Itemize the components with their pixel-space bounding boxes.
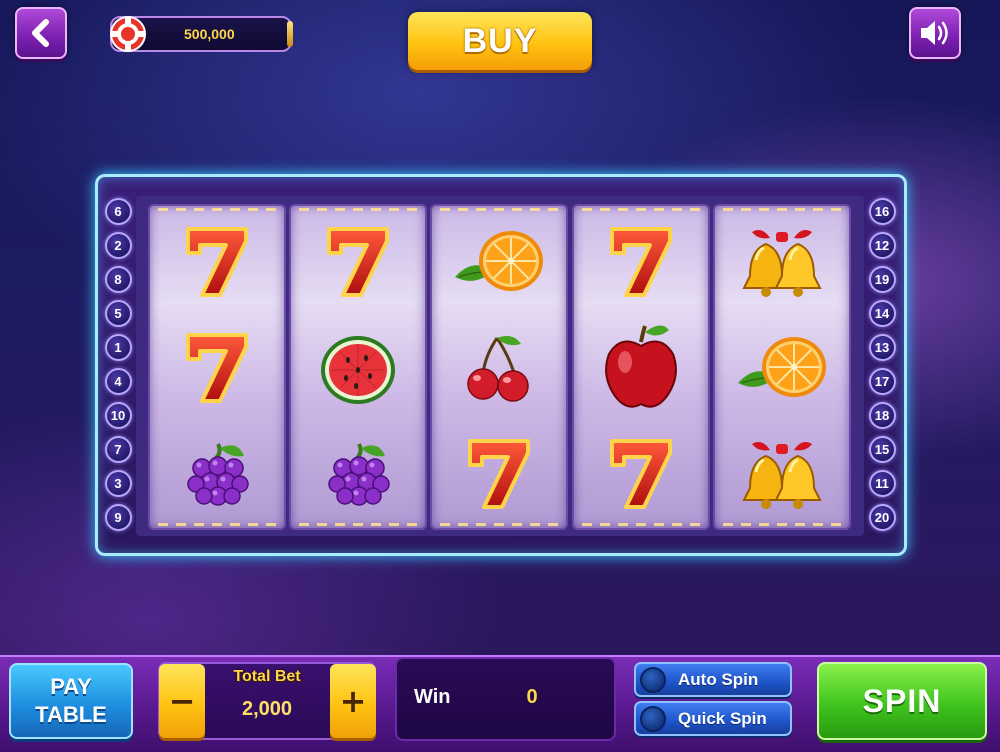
reel-light-strip bbox=[723, 208, 841, 211]
seven-symbol-icon bbox=[432, 424, 566, 524]
grapes-symbol-icon bbox=[291, 424, 425, 524]
pay-table-button[interactable]: PAY TABLE bbox=[9, 663, 133, 739]
apple-symbol-icon bbox=[574, 318, 708, 418]
coin-amount: 500,000 bbox=[184, 26, 235, 42]
coin-balance: 500,000 bbox=[110, 16, 293, 52]
decrease-bet-button[interactable]: − bbox=[159, 664, 205, 738]
payline-number: 13 bbox=[868, 334, 896, 361]
payline-number: 10 bbox=[104, 402, 132, 429]
payline-number: 3 bbox=[104, 470, 132, 497]
casino-chip-icon bbox=[110, 16, 146, 52]
reel-1 bbox=[150, 206, 284, 528]
payline-number: 17 bbox=[868, 368, 896, 395]
seven-symbol-icon bbox=[150, 318, 284, 418]
payline-number: 4 bbox=[104, 368, 132, 395]
payline-number: 9 bbox=[104, 504, 132, 531]
watermelon-symbol-icon bbox=[291, 318, 425, 418]
paylines-left: 6 2 8 5 1 4 10 7 3 9 bbox=[102, 198, 134, 538]
payline-number: 12 bbox=[868, 232, 896, 259]
grapes-symbol-icon bbox=[150, 424, 284, 524]
total-bet-value: 2,000 bbox=[241, 698, 293, 720]
quick-spin-label: Quick Spin bbox=[678, 709, 767, 728]
seven-symbol-icon bbox=[291, 212, 425, 312]
spin-button[interactable]: SPIN bbox=[817, 662, 987, 740]
speaker-icon bbox=[921, 21, 948, 45]
payline-number: 19 bbox=[868, 266, 896, 293]
total-bet-label: Total Bet bbox=[233, 668, 301, 685]
reel-light-strip bbox=[582, 208, 700, 211]
auto-spin-label: Auto Spin bbox=[678, 670, 759, 689]
back-button[interactable] bbox=[15, 7, 67, 59]
seven-symbol-icon bbox=[574, 424, 708, 524]
seven-symbol-icon bbox=[150, 212, 284, 312]
orange-symbol-icon bbox=[432, 212, 566, 312]
payline-number: 16 bbox=[868, 198, 896, 225]
win-value: 0 bbox=[526, 686, 538, 708]
payline-number: 11 bbox=[868, 470, 896, 497]
reel-4 bbox=[574, 206, 708, 528]
payline-number: 7 bbox=[104, 436, 132, 463]
chevron-left-icon bbox=[32, 19, 49, 47]
payline-number: 5 bbox=[104, 300, 132, 327]
buy-button[interactable]: BUY bbox=[408, 12, 592, 70]
payline-number: 2 bbox=[104, 232, 132, 259]
paylines-right: 16 12 19 14 13 17 18 15 11 20 bbox=[866, 198, 898, 538]
pay-table-label-line1: PAY bbox=[50, 674, 92, 699]
reel-light-strip bbox=[440, 208, 558, 211]
reel-light-strip bbox=[158, 208, 276, 211]
seven-symbol-icon bbox=[574, 212, 708, 312]
payline-number: 8 bbox=[104, 266, 132, 293]
payline-number: 15 bbox=[868, 436, 896, 463]
payline-number: 14 bbox=[868, 300, 896, 327]
reel-light-strip bbox=[299, 208, 417, 211]
payline-number: 20 bbox=[868, 504, 896, 531]
cherry-symbol-icon bbox=[432, 318, 566, 418]
payline-number: 6 bbox=[104, 198, 132, 225]
payline-number: 18 bbox=[868, 402, 896, 429]
reel-2 bbox=[291, 206, 425, 528]
pay-table-label-line2: TABLE bbox=[35, 702, 107, 727]
increase-bet-button[interactable]: + bbox=[330, 664, 376, 738]
auto-spin-toggle[interactable]: Auto Spin bbox=[634, 662, 792, 697]
bell-symbol-icon bbox=[715, 212, 849, 312]
win-label: Win bbox=[414, 686, 451, 708]
coin-box-edge bbox=[287, 21, 293, 47]
orange-symbol-icon bbox=[715, 318, 849, 418]
quick-spin-indicator bbox=[640, 706, 666, 732]
sound-button[interactable] bbox=[909, 7, 961, 59]
reel-5 bbox=[715, 206, 849, 528]
quick-spin-toggle[interactable]: Quick Spin bbox=[634, 701, 792, 736]
payline-number: 1 bbox=[104, 334, 132, 361]
auto-spin-indicator bbox=[640, 667, 666, 693]
reel-3 bbox=[432, 206, 566, 528]
bell-symbol-icon bbox=[715, 424, 849, 524]
